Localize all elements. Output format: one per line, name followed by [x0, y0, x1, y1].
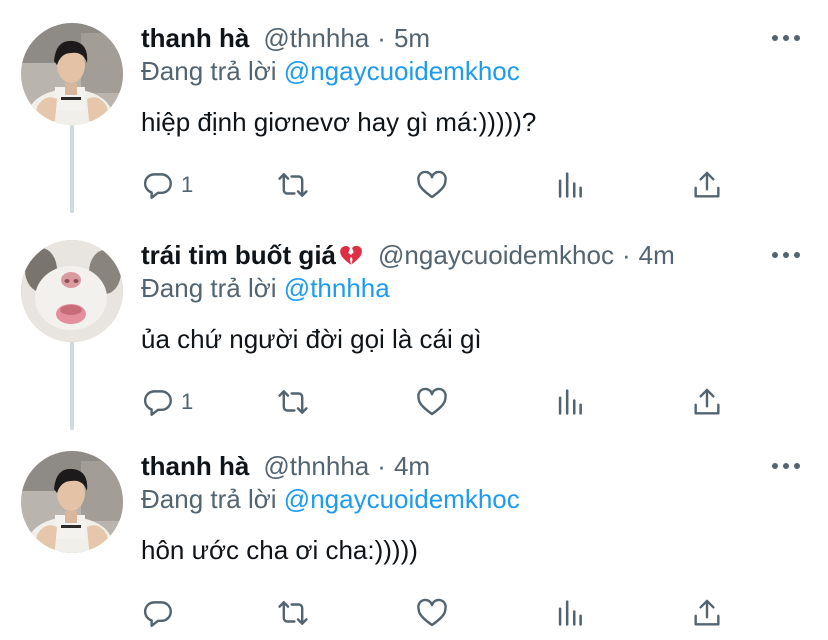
share-icon	[694, 599, 720, 626]
replying-to: Đang trả lời @ngaycuoidemkhoc	[141, 55, 520, 87]
tweet-text: hiệp định giơnevơ hay gì má:)))))?	[141, 107, 537, 137]
retweet-button[interactable]	[276, 384, 310, 420]
more-options-icon[interactable]	[772, 456, 800, 476]
reply-button[interactable]	[141, 595, 181, 631]
timestamp[interactable]: 4m	[639, 239, 675, 271]
tweet-header: thanh hà @thnhha · 5m	[141, 22, 430, 54]
analytics-button[interactable]	[553, 595, 587, 631]
retweet-icon	[278, 390, 308, 414]
avatar[interactable]	[21, 240, 123, 342]
tweet-text: ủa chứ người đời gọi là cái gì	[141, 324, 482, 354]
replying-to-mention[interactable]: @ngaycuoidemkhoc	[284, 56, 520, 86]
tweet[interactable]: thanh hà @thnhha · 5m Đang trả lời @ngay…	[0, 22, 828, 212]
tweet-header: thanh hà @thnhha · 4m	[141, 450, 430, 482]
analytics-icon	[558, 389, 582, 415]
broken-heart-icon	[338, 242, 364, 268]
analytics-icon	[558, 172, 582, 198]
avatar[interactable]	[21, 23, 123, 125]
timestamp[interactable]: 4m	[394, 450, 430, 482]
replying-to-prefix: Đang trả lời	[141, 56, 277, 86]
username[interactable]: @thnhha	[263, 22, 369, 54]
like-button[interactable]	[415, 167, 449, 203]
avatar-cat-photo	[21, 240, 123, 342]
share-icon	[694, 388, 720, 415]
replying-to-prefix: Đang trả lời	[141, 484, 277, 514]
avatar[interactable]	[21, 451, 123, 553]
separator-dot: ·	[377, 451, 386, 481]
like-button[interactable]	[415, 384, 449, 420]
more-options-icon[interactable]	[772, 245, 800, 265]
separator-dot: ·	[621, 240, 631, 270]
reply-icon	[143, 390, 172, 416]
retweet-button[interactable]	[276, 595, 310, 631]
reply-icon	[143, 601, 172, 627]
timestamp[interactable]: 5m	[394, 22, 430, 54]
replying-to: Đang trả lời @ngaycuoidemkhoc	[141, 483, 520, 515]
replying-to-mention[interactable]: @ngaycuoidemkhoc	[284, 484, 520, 514]
share-icon	[694, 171, 720, 198]
reply-button[interactable]: 1	[141, 167, 193, 203]
more-options-icon[interactable]	[772, 28, 800, 48]
replying-to: Đang trả lời @thnhha	[141, 272, 390, 304]
analytics-icon	[558, 600, 582, 626]
like-icon	[417, 170, 447, 199]
share-button[interactable]	[690, 167, 724, 203]
share-button[interactable]	[690, 595, 724, 631]
tweet-header: trái tim buốt giá @ngaycuoidemkhoc · 4m	[141, 239, 675, 271]
like-icon	[417, 387, 447, 416]
display-name[interactable]: thanh hà	[141, 22, 249, 54]
reply-count: 1	[181, 389, 194, 414]
replying-to-mention[interactable]: @thnhha	[284, 273, 390, 303]
analytics-button[interactable]	[553, 167, 587, 203]
username[interactable]: @ngaycuoidemkhoc	[378, 239, 614, 271]
like-button[interactable]	[415, 595, 449, 631]
reply-count: 1	[181, 172, 194, 197]
share-button[interactable]	[690, 384, 724, 420]
analytics-button[interactable]	[553, 384, 587, 420]
retweet-icon	[278, 173, 308, 197]
tweet-text: hôn ước cha ơi cha:)))))	[141, 535, 418, 565]
username[interactable]: @thnhha	[263, 450, 369, 482]
avatar-boy-photo	[21, 451, 123, 553]
retweet-icon	[278, 601, 308, 625]
like-icon	[417, 598, 447, 627]
reply-icon	[143, 173, 172, 199]
reply-button[interactable]: 1	[141, 384, 193, 420]
display-name[interactable]: thanh hà	[141, 450, 249, 482]
tweet[interactable]: trái tim buốt giá @ngaycuoidemkhoc · 4m …	[0, 239, 828, 429]
display-name[interactable]: trái tim buốt giá	[141, 239, 336, 271]
avatar-boy-photo	[21, 23, 123, 125]
tweet[interactable]: thanh hà @thnhha · 4m Đang trả lời @ngay…	[0, 450, 828, 640]
retweet-button[interactable]	[276, 167, 310, 203]
separator-dot: ·	[377, 23, 386, 53]
replying-to-prefix: Đang trả lời	[141, 273, 277, 303]
